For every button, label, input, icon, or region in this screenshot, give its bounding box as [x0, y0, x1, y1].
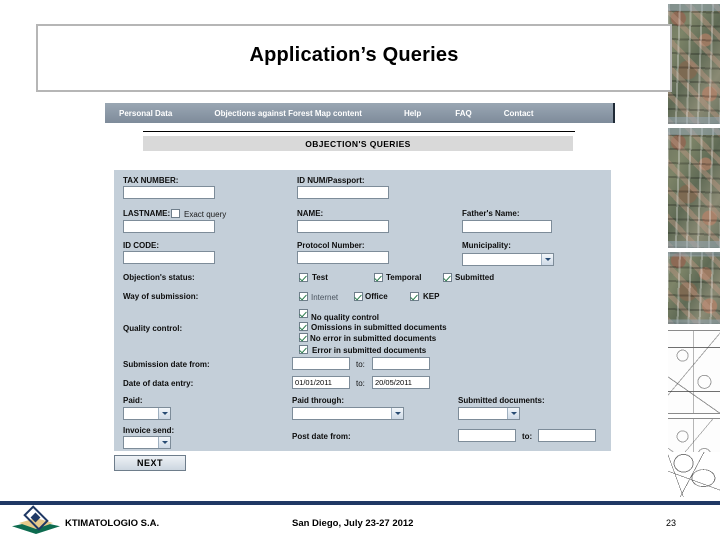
- input-submission-date-to[interactable]: [372, 357, 430, 370]
- select-paid-through[interactable]: [292, 407, 404, 420]
- label-qc-error: Error in submitted documents: [312, 346, 427, 355]
- label-data-entry-date: Date of data entry:: [123, 379, 194, 388]
- label-qc-no-error: No error in submitted documents: [310, 334, 437, 343]
- label-invoice-send: Invoice send:: [123, 426, 175, 435]
- navbar: Personal Data Objections against Forest …: [105, 103, 615, 123]
- label-submission-date-to: to:: [356, 360, 365, 369]
- nav-item-personal-data[interactable]: Personal Data: [119, 109, 172, 118]
- parcel-sketch-tile: [668, 452, 720, 497]
- input-protocol-number[interactable]: [297, 251, 389, 264]
- label-status-test: Test: [312, 273, 328, 282]
- checkbox-status-temporal[interactable]: [374, 273, 383, 282]
- label-data-entry-date-to: to:: [356, 379, 365, 388]
- application-mock: Personal Data Objections against Forest …: [105, 103, 615, 471]
- section-divider: [143, 131, 575, 132]
- aerial-photo-tile-3: [668, 252, 720, 324]
- checkbox-qc-error[interactable]: [299, 345, 308, 354]
- footer-page-number: 23: [666, 518, 677, 528]
- select-invoice-send[interactable]: [123, 436, 171, 449]
- label-submission-kep: KEP: [423, 292, 440, 301]
- label-objection-status: Objection's status:: [123, 273, 195, 282]
- label-status-temporal: Temporal: [386, 273, 422, 282]
- checkbox-qc-no-quality-control[interactable]: [299, 309, 308, 318]
- label-submission-office: Office: [365, 292, 388, 301]
- nav-item-help[interactable]: Help: [404, 109, 421, 118]
- label-qc-no-quality-control: No quality control: [311, 313, 379, 322]
- input-id-code[interactable]: [123, 251, 215, 264]
- slide: Application’s Queries Personal Data Obje…: [0, 0, 720, 540]
- input-name[interactable]: [297, 220, 389, 233]
- checkbox-submission-internet[interactable]: [299, 292, 308, 301]
- label-name: NAME:: [297, 209, 324, 218]
- checkbox-status-submitted[interactable]: [443, 273, 452, 282]
- checkbox-submission-office[interactable]: [354, 292, 363, 301]
- input-data-entry-date-to[interactable]: 20/05/2011: [372, 376, 430, 389]
- aerial-imagery-strip: [668, 0, 720, 497]
- checkbox-qc-omissions[interactable]: [299, 322, 308, 331]
- label-lastname: LASTNAME:: [123, 209, 171, 218]
- input-submission-date-from[interactable]: [292, 357, 350, 370]
- label-way-of-submission: Way of submission:: [123, 292, 199, 301]
- select-paid[interactable]: [123, 407, 171, 420]
- nav-item-objections[interactable]: Objections against Forest Map content: [214, 109, 362, 118]
- label-qc-omissions: Omissions in submitted documents: [311, 323, 447, 332]
- footer-event: San Diego, July 23-27 2012: [292, 518, 414, 529]
- chevron-down-icon: [158, 437, 170, 448]
- label-fathers-name: Father's Name:: [462, 209, 520, 218]
- input-data-entry-date-from[interactable]: 01/01/2011: [292, 376, 350, 389]
- input-id-num-passport[interactable]: [297, 186, 389, 199]
- checkbox-qc-no-error[interactable]: [299, 333, 308, 342]
- label-post-date-to: to:: [522, 432, 533, 441]
- footer-company: KTIMATOLOGIO S.A.: [65, 518, 160, 529]
- page-title: Application’s Queries: [249, 44, 459, 66]
- cadastral-map-tile-1: [668, 330, 720, 414]
- label-id-code: ID CODE:: [123, 241, 159, 250]
- label-protocol-number: Protocol Number:: [297, 241, 365, 250]
- chevron-down-icon: [541, 254, 553, 265]
- label-paid-through: Paid through:: [292, 396, 344, 405]
- input-fathers-name[interactable]: [462, 220, 552, 233]
- checkbox-submission-kep[interactable]: [410, 292, 419, 301]
- label-paid: Paid:: [123, 396, 143, 405]
- ktimatologio-logo-icon: [12, 505, 60, 536]
- label-submission-date: Submission date from:: [123, 360, 210, 369]
- label-id-num-passport: ID NUM/Passport:: [297, 176, 365, 185]
- label-municipality: Municipality:: [462, 241, 511, 250]
- footer: KTIMATOLOGIO S.A. San Diego, July 23-27 …: [0, 505, 720, 540]
- chevron-down-icon: [391, 408, 403, 419]
- label-status-submitted: Submitted: [455, 273, 495, 282]
- chevron-down-icon: [158, 408, 170, 419]
- label-quality-control: Quality control:: [123, 324, 183, 333]
- title-box: Application’s Queries: [36, 24, 672, 92]
- nav-item-faq[interactable]: FAQ: [455, 109, 471, 118]
- input-lastname[interactable]: [123, 220, 215, 233]
- checkbox-exact-query[interactable]: [171, 209, 180, 218]
- label-exact-query: Exact query: [184, 210, 227, 219]
- input-tax-number[interactable]: [123, 186, 215, 199]
- checkbox-status-test[interactable]: [299, 273, 308, 282]
- chevron-down-icon: [507, 408, 519, 419]
- section-title: OBJECTION'S QUERIES: [143, 136, 573, 151]
- input-post-date-to[interactable]: [538, 429, 596, 442]
- select-municipality[interactable]: [462, 253, 554, 266]
- nav-item-contact[interactable]: Contact: [504, 109, 534, 118]
- label-submitted-documents: Submitted documents:: [458, 396, 545, 405]
- input-post-date-from[interactable]: [458, 429, 516, 442]
- label-submission-internet: Internet: [311, 293, 339, 302]
- select-submitted-documents[interactable]: [458, 407, 520, 420]
- aerial-photo-tile-1: [668, 4, 720, 124]
- aerial-photo-tile-2: [668, 128, 720, 248]
- next-button[interactable]: NEXT: [114, 455, 186, 471]
- label-post-date: Post date from:: [292, 432, 351, 441]
- query-form-panel: TAX NUMBER: ID NUM/Passport: LASTNAME: E…: [114, 170, 611, 451]
- label-tax-number: TAX NUMBER:: [123, 176, 179, 185]
